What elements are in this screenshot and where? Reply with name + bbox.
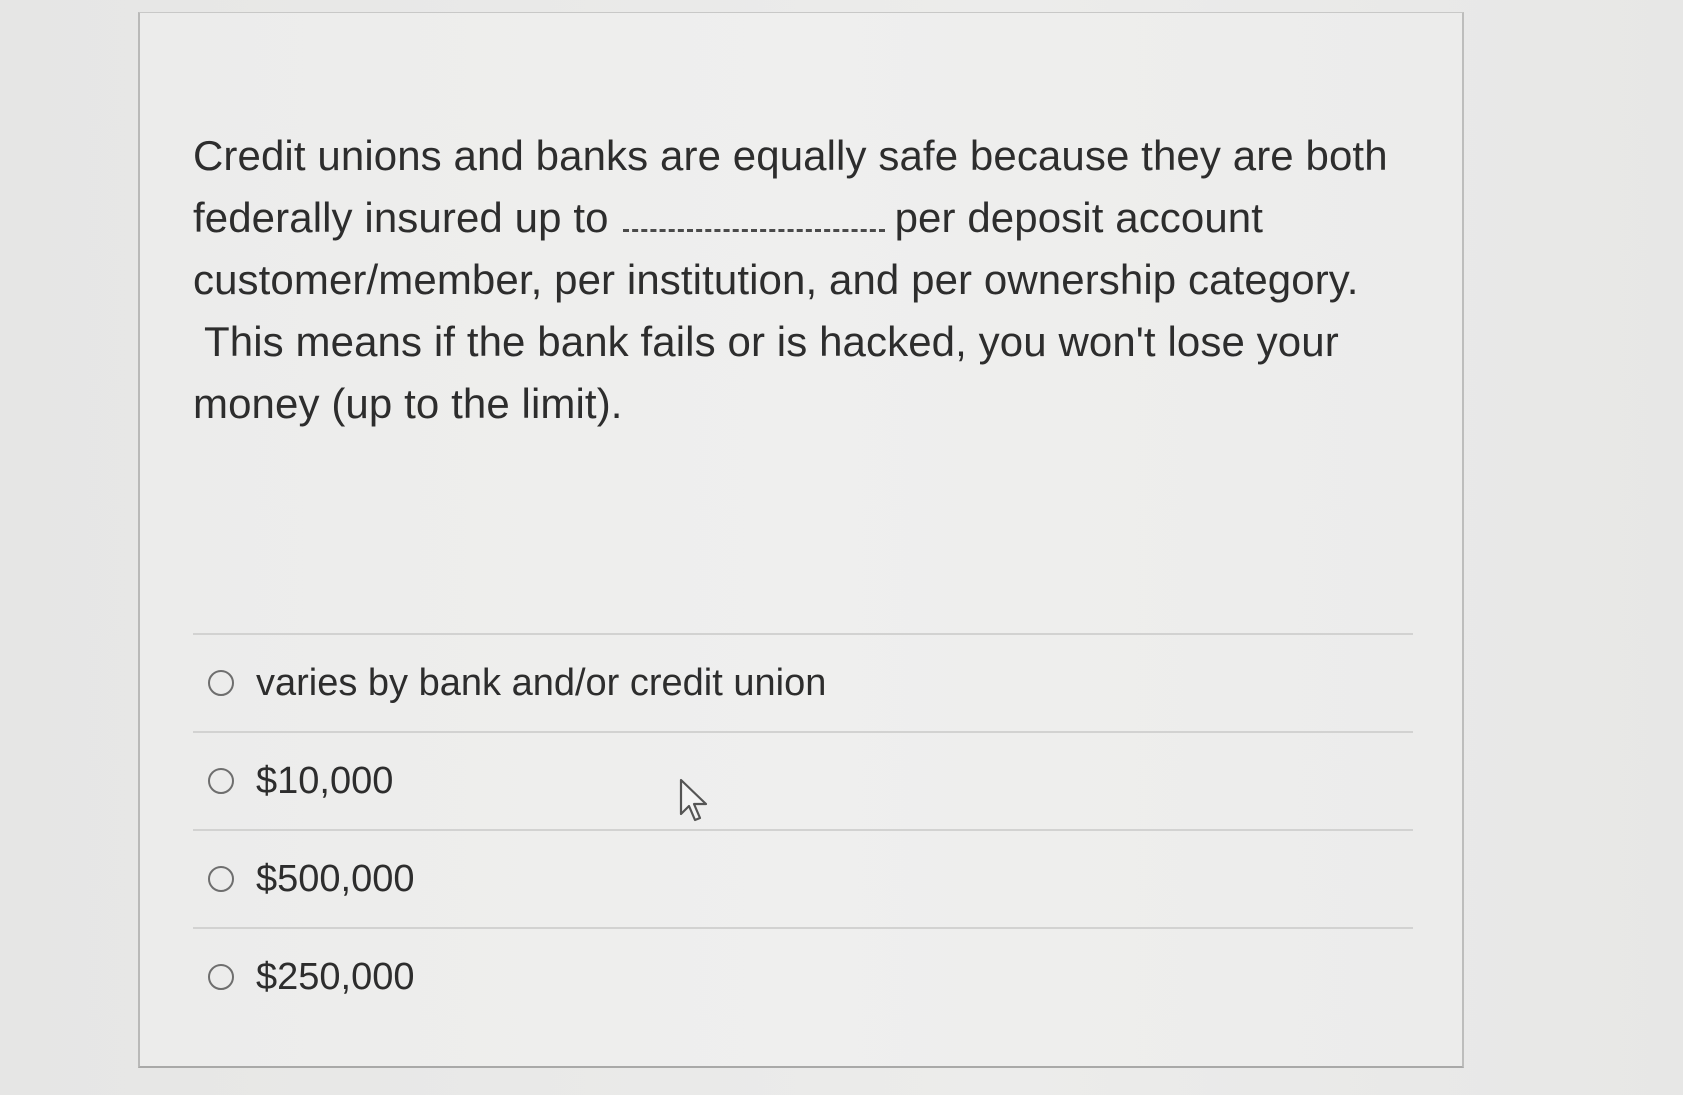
radio-button-icon[interactable] xyxy=(208,768,234,794)
answer-choices: varies by bank and/or credit union $10,0… xyxy=(193,633,1413,1025)
radio-button-icon[interactable] xyxy=(208,670,234,696)
answer-option-250000[interactable]: $250,000 xyxy=(193,929,1413,1025)
question-text: Credit unions and banks are equally safe… xyxy=(193,125,1393,435)
question-card: Credit unions and banks are equally safe… xyxy=(138,12,1464,1068)
fill-in-blank xyxy=(622,223,885,232)
radio-button-icon[interactable] xyxy=(208,866,234,892)
question-line-2-start: federally insured up to xyxy=(193,194,609,241)
mouse-pointer-icon xyxy=(679,778,708,822)
question-line-3: customer/member, per institution, and pe… xyxy=(193,256,1359,303)
answer-option-label: $10,000 xyxy=(256,760,394,802)
answer-option-label: varies by bank and/or credit union xyxy=(256,662,827,704)
answer-option-varies[interactable]: varies by bank and/or credit union xyxy=(193,635,1413,731)
answer-option-10000[interactable]: $10,000 xyxy=(193,733,1413,829)
answer-option-500000[interactable]: $500,000 xyxy=(193,831,1413,927)
radio-button-icon[interactable] xyxy=(208,964,234,990)
question-line-4: This means if the bank fails or is hacke… xyxy=(193,318,1339,365)
answer-option-label: $250,000 xyxy=(256,956,415,998)
answer-option-label: $500,000 xyxy=(256,858,415,900)
question-line-2: federally insured up to per deposit accou… xyxy=(193,187,1393,249)
question-line-2-end: per deposit account xyxy=(894,194,1264,241)
question-line-1: Credit unions and banks are equally safe… xyxy=(193,132,1388,179)
question-line-5: money (up to the limit). xyxy=(193,380,623,427)
